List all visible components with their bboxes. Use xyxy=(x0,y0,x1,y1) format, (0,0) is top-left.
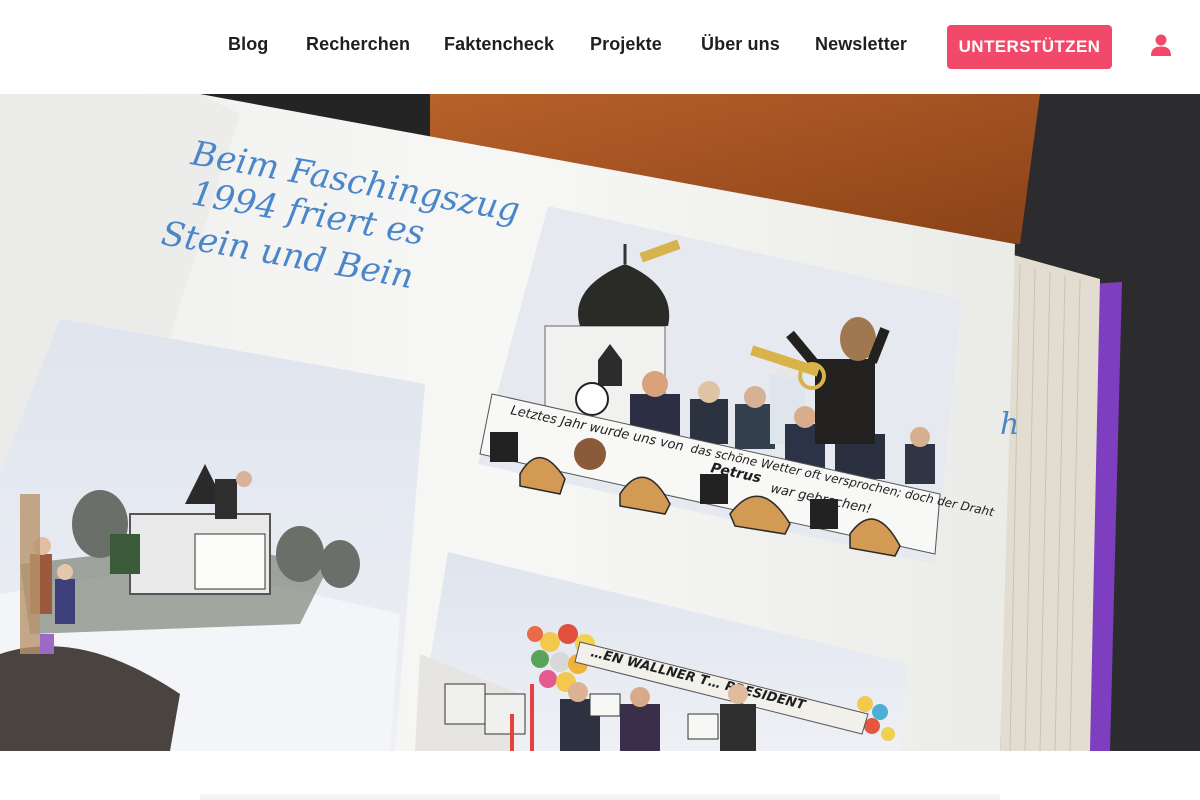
photo-album-illustration: Beim Faschingszug 1994 friert es Stein u… xyxy=(0,94,1200,751)
site-header: Blog Recherchen Faktencheck Projekte Übe… xyxy=(0,0,1200,94)
support-button[interactable]: UNTERSTÜTZEN xyxy=(947,25,1112,69)
hero-image: Beim Faschingszug 1994 friert es Stein u… xyxy=(0,94,1200,751)
nav-item-blog[interactable]: Blog xyxy=(228,34,268,55)
photo-snow-parade xyxy=(0,319,425,751)
nav-item-recherchen[interactable]: Recherchen xyxy=(306,34,410,55)
nav-item-ueber-uns[interactable]: Über uns xyxy=(701,34,780,55)
svg-text:h: h xyxy=(1000,407,1019,442)
nav-item-faktencheck[interactable]: Faktencheck xyxy=(444,34,554,55)
content-area xyxy=(0,751,1200,800)
user-account-button[interactable] xyxy=(1149,33,1173,59)
content-card-edge xyxy=(200,794,1000,800)
nav-item-projekte[interactable]: Projekte xyxy=(590,34,662,55)
nav-item-newsletter[interactable]: Newsletter xyxy=(815,34,907,55)
user-icon xyxy=(1151,34,1171,56)
